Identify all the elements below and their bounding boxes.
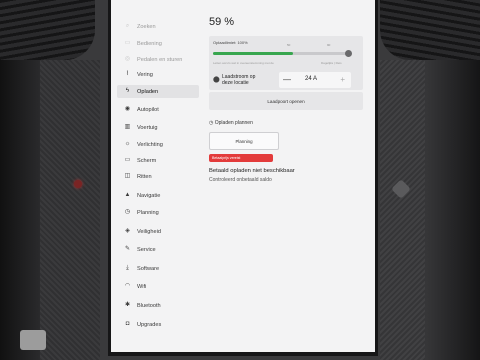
sidebar-item-label: Software bbox=[137, 265, 160, 272]
battery-percent: 59 % bbox=[209, 16, 235, 28]
sidebar-item-controls[interactable]: ▭ Bediening bbox=[117, 37, 199, 50]
sidebar-item-label: Voertuig bbox=[137, 124, 158, 131]
sidebar-item-label: Service bbox=[137, 246, 156, 253]
sidebar-item-safety[interactable]: ◈ Veiligheid bbox=[117, 225, 199, 238]
charge-limit-slider[interactable] bbox=[213, 50, 352, 57]
sidebar-item-vehicle[interactable]: ▥ Voertuig bbox=[117, 121, 199, 134]
sidebar-item-software[interactable]: ⤓ Software bbox=[117, 262, 199, 275]
sidebar-item-wifi[interactable]: ◠ Wifi bbox=[117, 280, 199, 293]
charge-level-fill bbox=[213, 52, 294, 55]
sidebar-item-label: Opladen bbox=[137, 88, 159, 95]
sidebar-item-trips[interactable]: ◫ Ritten bbox=[117, 170, 199, 183]
trips-icon: ◫ bbox=[124, 173, 131, 179]
schedule-icon: ◷ bbox=[124, 209, 131, 215]
settings-sidebar: ⌕ Zoeken ▭ Bediening ◎ Pedalen en sturen ⌇ V… bbox=[111, 0, 201, 352]
tick-label: 90 bbox=[327, 43, 331, 47]
sidebar-item-label: Wifi bbox=[137, 283, 147, 290]
charge-current-row: ⬤ Laadstroom op deze locatie — 24 A + bbox=[213, 72, 359, 88]
sidebar-item-pedals[interactable]: ◎ Pedalen en sturen bbox=[117, 53, 199, 66]
slider-handle[interactable] bbox=[345, 50, 352, 57]
display-icon: ▭ bbox=[124, 157, 131, 163]
schedule-charging-label: Opladen plannen bbox=[214, 120, 253, 126]
download-icon: ⤓ bbox=[126, 265, 129, 271]
steering-icon: ◎ bbox=[124, 56, 131, 62]
carbon-trim-right bbox=[380, 60, 425, 360]
planning-button[interactable]: Planning bbox=[209, 132, 279, 150]
autopilot-icon: ◉ bbox=[124, 106, 131, 112]
sidebar-item-label: Planning bbox=[137, 209, 159, 216]
air-vent-right bbox=[380, 0, 480, 60]
charge-current-value: 24 A bbox=[305, 76, 318, 82]
door-panel-right bbox=[420, 60, 480, 360]
sidebar-item-label: Verlichting bbox=[137, 141, 163, 148]
sidebar-item-suspension[interactable]: ⌇ Vering bbox=[117, 68, 199, 81]
sidebar-item-label: Vering bbox=[137, 71, 153, 78]
location-pin-icon: ⬤ bbox=[213, 77, 220, 83]
sidebar-item-label: Autopilot bbox=[137, 106, 159, 113]
sidebar-item-label: Bluetooth bbox=[137, 302, 161, 309]
hazard-button[interactable] bbox=[74, 180, 82, 188]
sidebar-item-charging[interactable]: ϟ Opladen bbox=[117, 85, 199, 98]
charge-limit-label: Oplaadlimiet: 100% bbox=[213, 40, 248, 45]
sidebar-item-upgrades[interactable]: ◘ Upgrades bbox=[117, 318, 199, 331]
sidebar-item-label: Bediening bbox=[137, 40, 162, 47]
status-badge: Betaalprijs vereist bbox=[209, 154, 273, 162]
car-icon: ▭ bbox=[124, 40, 131, 46]
charge-current-label: Laadstroom op deze locatie bbox=[222, 74, 256, 86]
sidebar-item-service[interactable]: ✎ Service bbox=[117, 243, 199, 256]
navigation-icon: ▲ bbox=[124, 192, 131, 198]
decrease-button[interactable]: — bbox=[283, 75, 291, 84]
sidebar-item-schedule[interactable]: ◷ Planning bbox=[117, 206, 199, 219]
bag-icon: ◘ bbox=[125, 321, 130, 327]
paid-charging-unavailable-subtitle: Controleerd onbetaald saldo bbox=[209, 177, 272, 183]
limit-note-left: Letten accu's wel in overeenstemming met… bbox=[213, 61, 274, 65]
vehicle-icon: ▥ bbox=[124, 124, 131, 130]
touchscreen: ⌕ Zoeken ▭ Bediening ◎ Pedalen en sturen ⌇ V… bbox=[108, 0, 378, 356]
tick-label: 50 bbox=[287, 43, 291, 47]
carbon-trim-left bbox=[40, 60, 100, 360]
wifi-icon: ◠ bbox=[124, 283, 131, 289]
sidebar-item-label: Scherm bbox=[137, 157, 157, 164]
search-icon: ⌕ bbox=[125, 23, 130, 29]
sidebar-item-bluetooth[interactable]: ✱ Bluetooth bbox=[117, 299, 199, 312]
shield-icon: ◈ bbox=[125, 228, 130, 234]
sidebar-item-label: Ritten bbox=[137, 173, 152, 180]
door-panel-left bbox=[0, 60, 40, 360]
sidebar-item-label: Zoeken bbox=[137, 23, 156, 30]
increase-button[interactable]: + bbox=[340, 75, 345, 84]
air-vent-left bbox=[0, 0, 95, 60]
sidebar-item-label: Upgrades bbox=[137, 321, 162, 328]
sidebar-item-label: Navigatie bbox=[137, 192, 161, 199]
charge-limit-card: Oplaadlimiet: 100% 50 90 Letten accu's w… bbox=[209, 36, 363, 90]
sidebar-item-label: Veiligheid bbox=[137, 228, 161, 235]
clock-icon: ◷ bbox=[209, 120, 214, 126]
sidebar-item-lights[interactable]: ☼ Verlichting bbox=[117, 138, 199, 151]
bluetooth-icon: ✱ bbox=[124, 302, 131, 308]
suspension-icon: ⌇ bbox=[126, 71, 129, 77]
sidebar-item-autopilot[interactable]: ◉ Autopilot bbox=[117, 103, 199, 116]
paid-charging-unavailable-title: Betaald opladen niet beschikbaar bbox=[209, 168, 295, 174]
sidebar-item-search[interactable]: ⌕ Zoeken bbox=[117, 20, 199, 33]
sidebar-item-label: Pedalen en sturen bbox=[137, 56, 183, 63]
pedal bbox=[20, 330, 46, 350]
limit-note-right: Dagelijks | Reis bbox=[321, 61, 342, 65]
schedule-charging-header: ◷ Opladen plannen bbox=[209, 120, 253, 126]
charging-panel: 59 % Oplaadlimiet: 100% 50 90 Letten acc… bbox=[203, 0, 375, 352]
sidebar-item-display[interactable]: ▭ Scherm bbox=[117, 154, 199, 167]
wrench-icon: ✎ bbox=[124, 246, 131, 252]
charge-current-stepper[interactable]: — 24 A + bbox=[279, 72, 351, 88]
open-charge-port-button[interactable]: Laadpoort openen bbox=[209, 92, 363, 110]
bolt-icon: ϟ bbox=[125, 88, 130, 94]
light-icon: ☼ bbox=[124, 141, 131, 147]
sidebar-item-navigation[interactable]: ▲ Navigatie bbox=[117, 189, 199, 202]
